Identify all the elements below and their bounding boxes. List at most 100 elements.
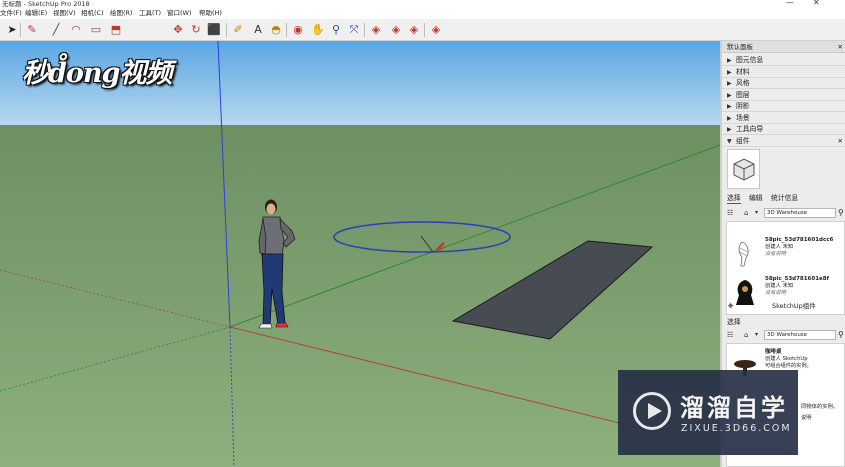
chevron-right-icon: ▶: [727, 57, 732, 64]
section-close-button[interactable]: ✕: [838, 137, 843, 146]
tray-section-label: 图元信息: [736, 56, 764, 64]
home-icon[interactable]: ⌂: [744, 330, 748, 340]
tray-section-0[interactable]: ▶ 图元信息: [722, 55, 845, 66]
warehouse-icon[interactable]: ◈: [368, 22, 384, 38]
chevron-right-icon: ▶: [727, 126, 732, 133]
chevron-right-icon: ▶: [727, 91, 732, 99]
component-footer: ✥ SketchUp组件: [722, 301, 845, 312]
tray-section-4[interactable]: ▶ 阴影: [722, 101, 845, 112]
tab-select[interactable]: 选择: [727, 194, 741, 204]
minimize-button[interactable]: —: [786, 0, 794, 7]
sketchup-components-link[interactable]: SketchUp组件: [772, 302, 816, 311]
list-item[interactable]: 58pic_53d781601dcc6 创建人 未知 没有说明: [727, 234, 844, 270]
view-options-icon[interactable]: ☷: [727, 208, 733, 218]
menu-camera[interactable]: 相机(C): [81, 9, 104, 18]
menu-file[interactable]: 文件(F): [0, 9, 22, 18]
search-icon[interactable]: ⚲: [838, 329, 844, 341]
search-icon[interactable]: ⚲: [838, 207, 844, 219]
tray-title-bar: 默认面板 ✕: [722, 41, 845, 53]
line-icon[interactable]: ╱: [48, 22, 64, 38]
toolbar-separator: [286, 23, 287, 37]
component-author: 创建人 未知: [765, 244, 794, 250]
add-icon[interactable]: ✥: [728, 302, 733, 311]
menu-bar: 文件(F) 编辑(E) 视图(V) 相机(C) 绘图(R) 工具(T) 窗口(W…: [0, 8, 845, 19]
component-description: 可组合组件的实例。: [765, 363, 812, 369]
menu-window[interactable]: 窗口(W): [167, 9, 192, 18]
second-search-row: ☷ ⌂ ▾ 3D Warehouse ⚲: [722, 329, 845, 341]
tray-section-label: 组件: [736, 136, 750, 145]
arc-icon[interactable]: ◠: [68, 22, 84, 38]
brand-name: 溜溜自学: [680, 394, 788, 422]
component-search-input[interactable]: 3D Warehouse: [764, 208, 836, 218]
main-toolbar: ➤ ✎ ╱ ◠ ▭ ⬒ ✥ ↻ ⬛ ✐ A ◓ ◉ ✋ ⚲ ⤧ ◈ ◈ ◈ ◈: [0, 19, 845, 41]
component-description: 没有说明: [765, 251, 786, 257]
tab-edit[interactable]: 编辑: [749, 194, 763, 203]
tab-statistics[interactable]: 统计信息: [771, 194, 798, 203]
drawing-viewport[interactable]: 秒d̊ong视频: [0, 41, 720, 467]
zoom-extents-icon[interactable]: ⤧: [346, 22, 362, 38]
chevron-right-icon: ▶: [727, 68, 732, 76]
tray-section-1[interactable]: ▶ 材料: [722, 66, 845, 78]
tray-section-label: 图层: [736, 90, 750, 99]
toolbar-separator: [364, 23, 365, 37]
tray-section-6[interactable]: ▶ 工具向导: [722, 124, 845, 135]
menu-draw[interactable]: 绘图(R): [110, 9, 133, 18]
rectangle-icon[interactable]: ▭: [88, 22, 104, 38]
toolbar-separator: [20, 23, 21, 37]
push-pull-icon[interactable]: ⬒: [108, 22, 124, 38]
home-icon[interactable]: ⌂: [744, 208, 748, 218]
scale-icon[interactable]: ⬛: [206, 22, 222, 38]
component-description: 没有说明: [765, 290, 786, 296]
select-arrow-icon[interactable]: ➤: [4, 22, 20, 38]
paint-bucket-icon[interactable]: ◓: [268, 22, 284, 38]
tray-close-button[interactable]: ✕: [838, 43, 843, 51]
zoom-icon[interactable]: ⚲: [328, 22, 344, 38]
share-model-icon[interactable]: ◈: [406, 22, 422, 38]
component-author: 创建人 未知: [765, 283, 794, 289]
menu-edit[interactable]: 编辑(E): [25, 9, 47, 18]
rotate-icon[interactable]: ↻: [188, 22, 204, 38]
menu-view[interactable]: 视图(V): [53, 9, 76, 18]
move-icon[interactable]: ✥: [170, 22, 186, 38]
chevron-down-icon: ▼: [727, 137, 732, 145]
extension-manager-icon[interactable]: ◈: [428, 22, 444, 38]
pan-icon[interactable]: ✋: [310, 22, 326, 38]
brand-url: ZIXUE.3D66.COM: [681, 423, 792, 434]
text-icon[interactable]: A: [250, 22, 266, 38]
eraser-icon[interactable]: ✎: [24, 22, 40, 38]
component-search-row: ☷ ⌂ ▾ 3D Warehouse ⚲: [722, 207, 845, 219]
close-window-button[interactable]: ✕: [813, 0, 820, 7]
tray-section-label: 材料: [736, 67, 750, 76]
toolbar-separator: [424, 23, 425, 37]
tray-section-label: 风格: [736, 79, 750, 87]
tray-section-7[interactable]: ▼ 组件 ✕: [722, 135, 845, 147]
brand-watermark: 溜溜自学 ZIXUE.3D66.COM: [618, 370, 798, 455]
tray-section-5[interactable]: ▶ 场景: [722, 112, 845, 124]
chevron-down-icon[interactable]: ▾: [755, 330, 758, 340]
extension-warehouse-icon[interactable]: ◈: [388, 22, 404, 38]
component-author: 创建人 SketchUp: [765, 356, 808, 362]
chevron-down-icon[interactable]: ▾: [755, 208, 758, 218]
tray-title: 默认面板: [727, 43, 753, 51]
tab-select-second[interactable]: 选择: [727, 318, 741, 327]
chevron-right-icon: ▶: [727, 114, 732, 122]
chevron-right-icon: ▶: [727, 80, 732, 87]
view-options-icon[interactable]: ☷: [727, 330, 733, 340]
component-name: 咖啡桌: [765, 349, 782, 355]
menu-help[interactable]: 帮助(H): [199, 9, 222, 18]
tray-section-2[interactable]: ▶ 风格: [722, 78, 845, 89]
second-search-input[interactable]: 3D Warehouse: [764, 330, 836, 340]
title-bar: 无标题 - SketchUp Pro 2018 — ✕: [0, 0, 845, 8]
tray-section-3[interactable]: ▶ 图层: [722, 89, 845, 101]
component-preview: [727, 149, 760, 189]
toolbar-separator: [226, 23, 227, 37]
video-watermark: 秒d̊ong视频: [22, 58, 172, 89]
component-description-tail: 同物体的实例。: [801, 404, 839, 410]
orbit-icon[interactable]: ◉: [290, 22, 306, 38]
tape-measure-icon[interactable]: ✐: [230, 22, 246, 38]
scene-canvas[interactable]: [0, 41, 720, 467]
component-name: 58pic_53d781601dcc6: [765, 237, 834, 243]
window-title: 无标题 - SketchUp Pro 2018: [2, 0, 90, 8]
ground: [0, 125, 720, 467]
menu-tools[interactable]: 工具(T): [139, 9, 161, 18]
